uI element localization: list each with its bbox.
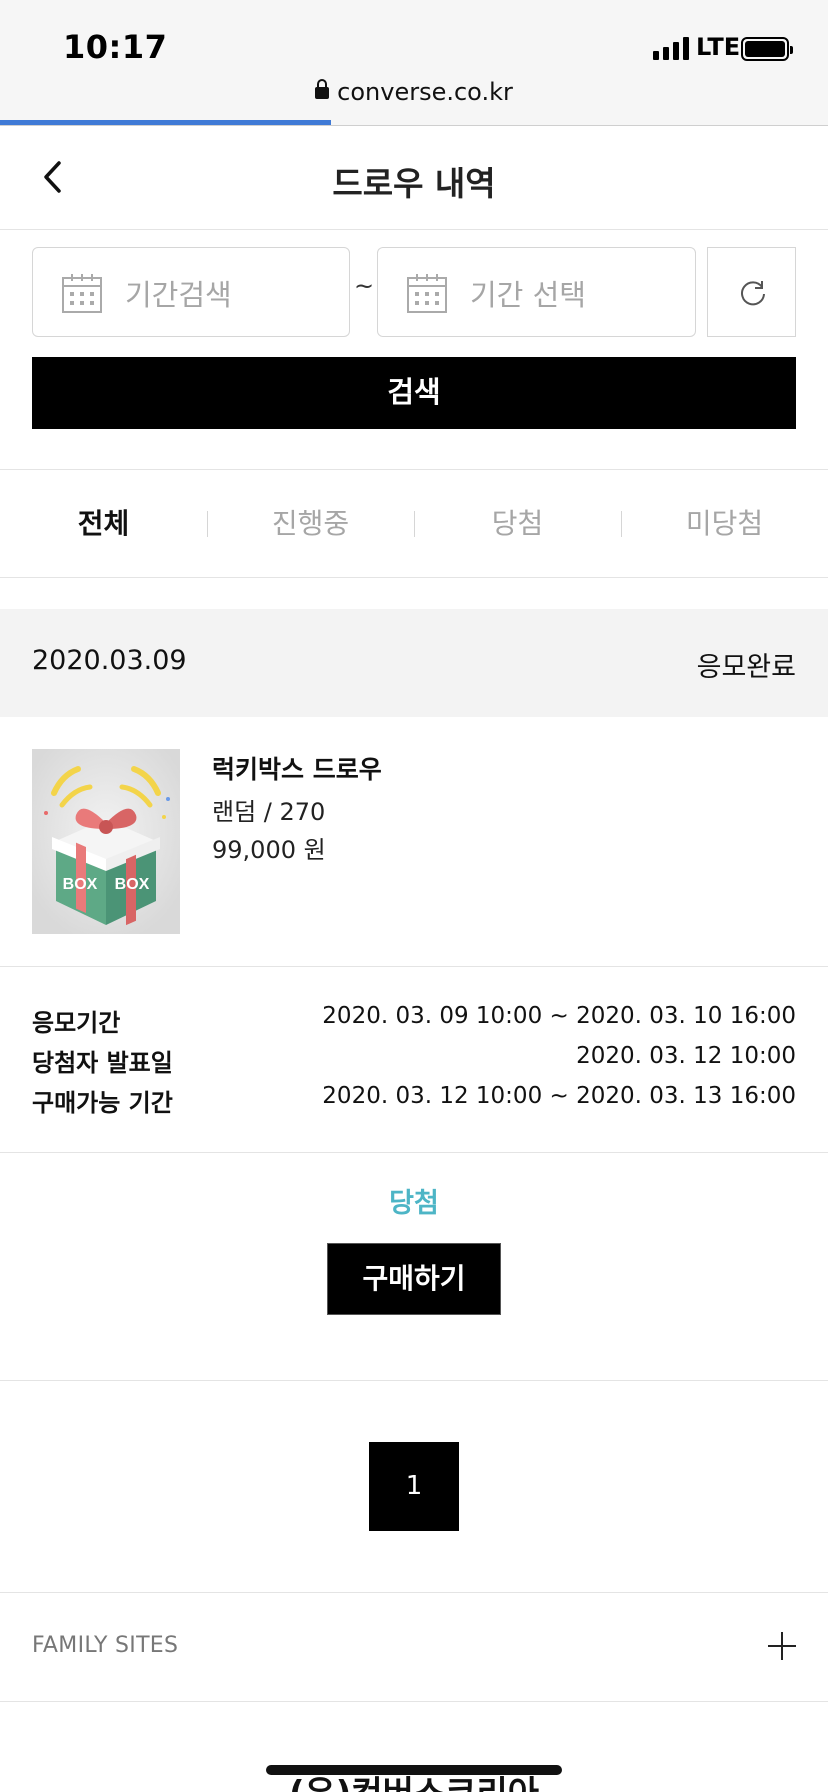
product-option: 랜덤 / 270 — [212, 798, 326, 826]
draw-info: 응모기간 2020. 03. 09 10:00 ~ 2020. 03. 10 1… — [0, 967, 828, 1153]
page-header: 드로우 내역 — [0, 127, 828, 230]
page-load-progress — [0, 120, 331, 125]
battery-icon — [741, 37, 793, 61]
plus-icon — [768, 1632, 796, 1660]
start-date-placeholder: 기간검색 — [125, 278, 232, 312]
end-date-placeholder: 기간 선택 — [470, 278, 586, 312]
page-title: 드로우 내역 — [332, 164, 496, 203]
pagination-page-1[interactable]: 1 — [369, 1442, 459, 1531]
info-value: 2020. 03. 12 10:00 ~ 2020. 03. 13 16:00 — [322, 1083, 796, 1109]
refresh-icon — [741, 281, 765, 306]
info-row-entry-period: 응모기간 2020. 03. 09 10:00 ~ 2020. 03. 10 1… — [32, 1003, 796, 1043]
signal-icon — [653, 36, 689, 60]
reset-button[interactable] — [707, 247, 796, 337]
order-date: 2020.03.09 — [32, 645, 187, 676]
home-indicator[interactable] — [266, 1765, 562, 1775]
tab-not-won[interactable]: 미당첨 — [621, 470, 828, 577]
search-button[interactable]: 검색 — [32, 357, 796, 429]
start-date-field[interactable]: 기간검색 — [32, 247, 350, 337]
back-button[interactable] — [34, 157, 74, 197]
info-label: 구매가능 기간 — [32, 1089, 173, 1117]
product-image: BOX BOX — [32, 749, 180, 934]
lock-icon — [315, 79, 330, 99]
tab-in-progress[interactable]: 진행중 — [207, 470, 414, 577]
calendar-icon — [62, 274, 102, 313]
draw-result: 당첨 구매하기 — [0, 1153, 828, 1381]
info-label: 당첨자 발표일 — [32, 1049, 173, 1077]
result-badge: 당첨 — [389, 1188, 439, 1219]
info-value: 2020. 03. 09 10:00 ~ 2020. 03. 10 16:00 — [322, 1003, 796, 1029]
family-sites-toggle[interactable]: FAMILY SITES — [0, 1592, 828, 1702]
filter-tabs: 전체 진행중 당첨 미당첨 — [0, 469, 828, 578]
url-text: converse.co.kr — [337, 78, 513, 106]
info-value: 2020. 03. 12 10:00 — [576, 1043, 796, 1069]
svg-text:BOX: BOX — [63, 876, 98, 893]
info-label: 응모기간 — [32, 1009, 121, 1037]
status-time: 10:17 — [63, 28, 168, 66]
end-date-field[interactable]: 기간 선택 — [377, 247, 696, 337]
order-status: 응모완료 — [696, 652, 796, 683]
date-range-separator: ~ — [354, 272, 375, 300]
product-name[interactable]: 럭키박스 드로우 — [212, 750, 382, 786]
url-bar[interactable]: converse.co.kr — [0, 78, 828, 106]
browser-chrome: 10:17 LTE converse.co.kr — [0, 0, 828, 126]
chevron-left-icon — [44, 161, 61, 193]
tab-won[interactable]: 당첨 — [414, 470, 621, 577]
info-row-purchase-period: 구매가능 기간 2020. 03. 12 10:00 ~ 2020. 03. 1… — [32, 1083, 796, 1123]
network-type: LTE — [696, 33, 741, 61]
product-price: 99,000 원 — [212, 836, 326, 864]
calendar-icon — [407, 274, 447, 313]
svg-text:BOX: BOX — [115, 876, 150, 893]
info-row-announcement: 당첨자 발표일 2020. 03. 12 10:00 — [32, 1043, 796, 1083]
product-item[interactable]: BOX BOX 럭키박스 드로우 랜덤 / 270 99,000 원 — [0, 717, 828, 967]
tab-all[interactable]: 전체 — [0, 470, 207, 577]
buy-button[interactable]: 구매하기 — [327, 1243, 501, 1315]
order-header: 2020.03.09 응모완료 — [0, 609, 828, 717]
family-sites-label: FAMILY SITES — [32, 1633, 179, 1658]
